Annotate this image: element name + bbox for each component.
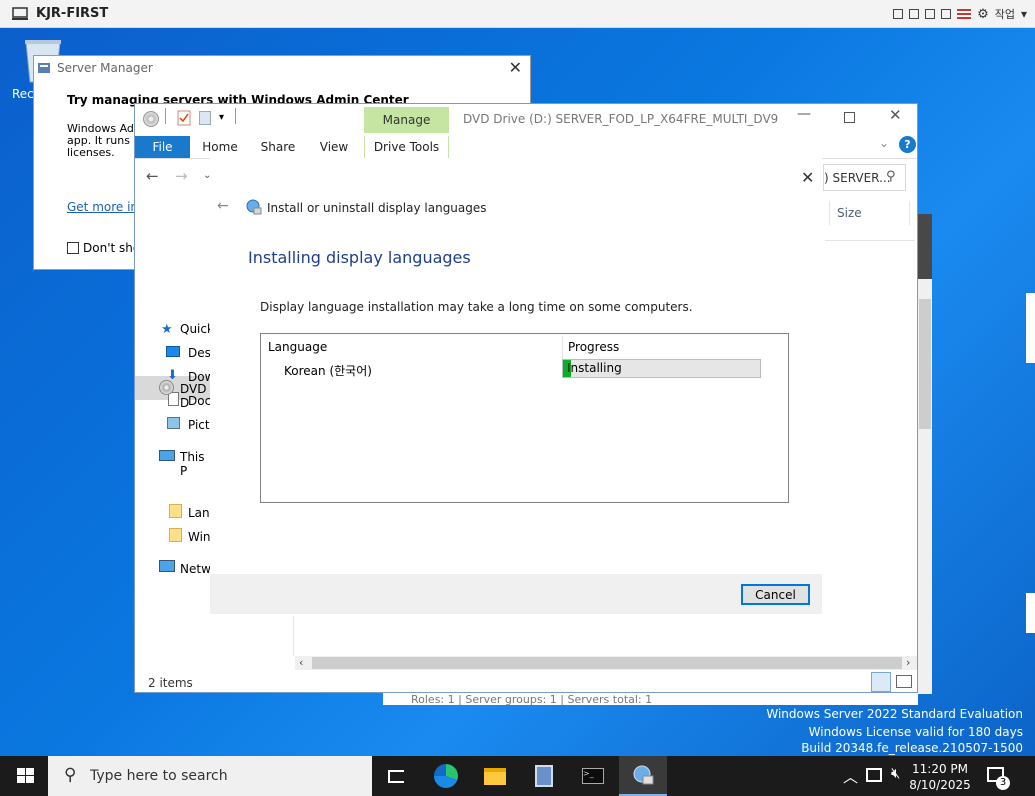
behind-status-text: Roles: 1 | Server groups: 1 | Servers to…: [383, 693, 918, 705]
clock-time[interactable]: 11:20 PM: [908, 762, 972, 776]
status-item-count: 2 items: [148, 676, 193, 690]
progress-status: Installing: [567, 361, 622, 375]
scroll-left-icon[interactable]: ‹: [299, 656, 303, 669]
server-manager-title: Server Manager: [57, 61, 153, 75]
picture-icon: [167, 417, 180, 429]
edge-icon[interactable]: [422, 756, 470, 796]
folder-icon: [169, 528, 182, 542]
help-icon[interactable]: ?: [899, 136, 916, 153]
gear-icon[interactable]: ⚙: [977, 7, 989, 22]
navigation-pane: ★ Quick Desk ⬇ Dow Doc Pictu This P DVD …: [135, 219, 218, 669]
volume-muted-icon[interactable]: 🔇︎: [891, 764, 900, 782]
horizontal-scrollbar-thumb[interactable]: [312, 657, 902, 669]
search-placeholder: Type here to search: [90, 768, 228, 784]
horizontal-scrollbar[interactable]: ‹ ›: [295, 656, 917, 670]
search-text: ) SERVER...: [824, 171, 891, 185]
maximize-icon[interactable]: [844, 112, 855, 123]
nav-item-dvd-drive[interactable]: DVD D: [180, 382, 211, 410]
behind-window-edge: [1026, 293, 1035, 363]
host-title: KJR-FIRST: [36, 6, 109, 21]
install-languages-dialog[interactable]: ✕ ← Install or uninstall display languag…: [210, 158, 822, 614]
dialog-footer: [210, 574, 822, 614]
star-icon: ★: [161, 322, 173, 337]
network-status-icon[interactable]: [866, 768, 882, 782]
nav-item-windows[interactable]: Win: [188, 530, 211, 544]
dont-show-checkbox[interactable]: [67, 242, 79, 254]
server-manager-icon: [38, 63, 50, 73]
terminal-icon[interactable]: >_: [569, 756, 617, 796]
host-btn-4[interactable]: [941, 9, 952, 19]
dialog-nav-title: Install or uninstall display languages: [267, 201, 487, 215]
desktop-icon: [166, 346, 180, 357]
column-size[interactable]: Size: [837, 206, 862, 220]
behind-window-edge-2: [1026, 593, 1035, 633]
taskbar-search[interactable]: ⚲ Type here to search: [48, 756, 372, 796]
host-btn-1[interactable]: [893, 9, 904, 19]
minimize-icon[interactable]: —: [797, 106, 811, 122]
clock-date[interactable]: 8/10/2025: [908, 778, 972, 792]
search-icon[interactable]: ⚲: [886, 169, 896, 184]
nav-item-this-pc[interactable]: This P: [180, 450, 211, 478]
close-icon[interactable]: ✕: [509, 58, 522, 77]
host-btn-3[interactable]: [925, 9, 936, 19]
chevron-down-icon[interactable]: ▾: [1021, 7, 1027, 21]
host-btn-2[interactable]: [909, 9, 920, 19]
language-list: Language Progress Korean (한국어) Installin…: [260, 333, 789, 503]
tab-view[interactable]: View: [313, 136, 355, 158]
file-explorer-icon[interactable]: [471, 756, 519, 796]
language-settings-taskbar-icon[interactable]: [619, 756, 667, 796]
chevron-up-icon[interactable]: ︿: [843, 766, 858, 787]
language-name[interactable]: Korean (한국어): [284, 362, 372, 379]
disc-icon: [143, 111, 159, 127]
taskbar: ⚲ Type here to search >_ ︿ 🔇︎ 11:20 PM 8…: [0, 756, 1035, 796]
search-box[interactable]: ) SERVER... ⚲: [823, 164, 906, 191]
notification-badge: 3: [996, 776, 1010, 790]
customize-toolbar-icon[interactable]: ▾: [219, 112, 224, 123]
dialog-heading: Installing display languages: [248, 248, 471, 267]
details-view-icon[interactable]: [871, 672, 891, 692]
large-icons-view-icon[interactable]: [896, 675, 912, 688]
forward-arrow-icon[interactable]: →: [175, 167, 188, 185]
work-label[interactable]: 작업: [995, 6, 1015, 22]
disc-icon: [159, 380, 174, 395]
progress-bar: Installing: [562, 359, 761, 378]
search-icon: ⚲: [64, 765, 77, 785]
host-titlebar: KJR-FIRST ⚙ 작업 ▾: [0, 0, 1035, 28]
language-settings-icon: [246, 199, 262, 215]
nav-item-quick[interactable]: Quick: [180, 322, 214, 336]
tab-home[interactable]: Home: [197, 136, 243, 158]
back-arrow-icon[interactable]: ←: [146, 167, 159, 185]
watermark-license: Windows License valid for 180 days: [808, 725, 1023, 739]
computer-icon: [159, 450, 175, 461]
cancel-button[interactable]: Cancel: [741, 584, 810, 605]
tab-drive-tools[interactable]: Drive Tools: [364, 136, 449, 158]
dialog-description: Display language installation may take a…: [260, 300, 693, 314]
task-view-icon[interactable]: [372, 756, 420, 796]
scroll-right-icon[interactable]: ›: [906, 656, 910, 669]
monitor-icon: [12, 7, 28, 20]
tab-file[interactable]: File: [135, 136, 190, 158]
column-language: Language: [268, 340, 328, 354]
network-icon: [159, 560, 175, 572]
close-icon[interactable]: ✕: [889, 106, 902, 124]
windows-start-icon[interactable]: [17, 768, 35, 784]
manage-tab-header: Manage: [364, 107, 449, 133]
watermark-edition: Windows Server 2022 Standard Evaluation: [766, 707, 1023, 721]
explorer-title: DVD Drive (D:) SERVER_FOD_LP_X64FRE_MULT…: [463, 112, 779, 126]
properties-icon[interactable]: [177, 110, 191, 126]
column-progress: Progress: [568, 340, 620, 354]
close-icon[interactable]: ✕: [801, 168, 814, 187]
back-arrow-icon[interactable]: ←: [217, 198, 229, 214]
ribbon-expand-icon[interactable]: ⌄: [879, 136, 889, 150]
vertical-scrollbar-thumb[interactable]: [919, 299, 931, 429]
tab-share[interactable]: Share: [255, 136, 301, 158]
watermark-build: Build 20348.fe_release.210507-1500: [801, 741, 1023, 755]
folder-icon: [169, 504, 182, 518]
server-manager-taskbar-icon[interactable]: [520, 756, 568, 796]
flag-icon: [957, 9, 972, 19]
nav-item-network[interactable]: Netw: [180, 562, 211, 576]
recycle-bin-label[interactable]: Rec: [12, 87, 34, 101]
new-folder-icon[interactable]: [199, 111, 211, 125]
